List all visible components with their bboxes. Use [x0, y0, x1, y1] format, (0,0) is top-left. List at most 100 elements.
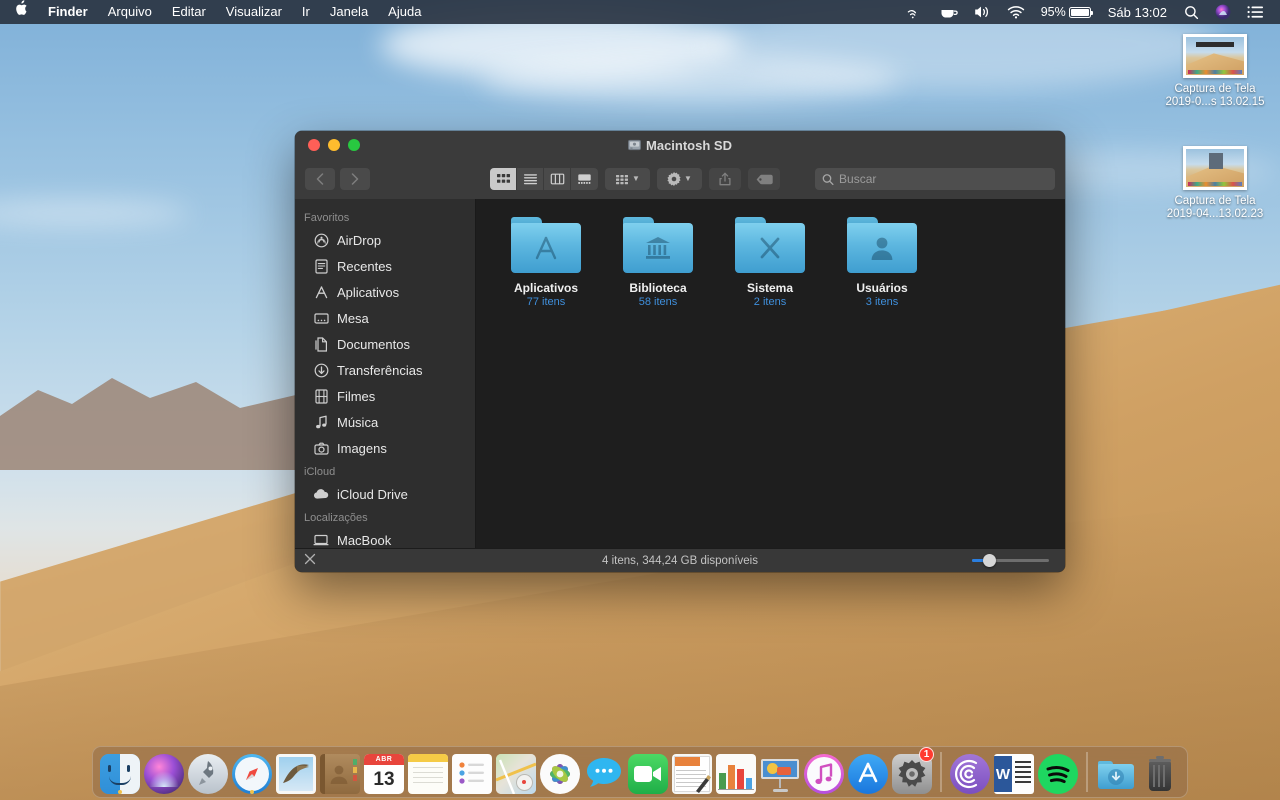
file-item-aplicativos[interactable]: Aplicativos 77 itens — [490, 217, 602, 308]
sidebar-item-imagens[interactable]: Imagens — [295, 435, 475, 461]
calendar-day: 13 — [364, 765, 404, 794]
share-button[interactable] — [709, 168, 741, 190]
status-text: 4 itens, 344,24 GB disponíveis — [295, 555, 1065, 567]
view-mode-gallery-button[interactable] — [571, 168, 598, 190]
dock-item-app-store[interactable] — [847, 748, 889, 794]
itunes-icon — [804, 754, 844, 794]
chevron-down-icon: ▼ — [684, 175, 692, 183]
forward-button[interactable] — [340, 168, 370, 190]
dock-item-mapas[interactable] — [495, 748, 537, 794]
minimize-button[interactable] — [328, 139, 340, 151]
sidebar-item-mesa[interactable]: Mesa — [295, 305, 475, 331]
dock-item-downloads[interactable] — [1095, 748, 1137, 794]
file-item-biblioteca[interactable]: Biblioteca 58 itens — [602, 217, 714, 308]
airdrop-waves-icon[interactable] — [899, 5, 932, 19]
bank-columns-icon — [643, 233, 673, 263]
dock-item-finder[interactable] — [99, 748, 141, 794]
file-item-sistema[interactable]: Sistema 2 itens — [714, 217, 826, 308]
menu-item-ajuda[interactable]: Ajuda — [378, 0, 431, 24]
view-mode-icon-button[interactable] — [490, 168, 517, 190]
back-button[interactable] — [305, 168, 335, 190]
dock-item-safari[interactable] — [231, 748, 273, 794]
finder-content-area[interactable]: Aplicativos 77 itens Biblioteca 58 itens — [476, 199, 1065, 548]
close-button[interactable] — [308, 139, 320, 151]
siri-icon[interactable] — [1207, 4, 1239, 20]
menu-item-finder[interactable]: Finder — [38, 0, 98, 24]
zoom-button[interactable] — [348, 139, 360, 151]
maps-icon — [496, 754, 536, 794]
view-mode-column-button[interactable] — [544, 168, 571, 190]
dock-item-system-preferences[interactable]: 1 — [891, 748, 933, 794]
sidebar-item-documentos[interactable]: Documentos — [295, 331, 475, 357]
desktop-icon — [313, 310, 329, 326]
dock-item-itunes[interactable] — [803, 748, 845, 794]
wifi-icon[interactable] — [999, 5, 1033, 19]
dock-item-keynote[interactable] — [759, 748, 801, 794]
menu-item-arquivo[interactable]: Arquivo — [98, 0, 162, 24]
dock-item-notas[interactable] — [407, 748, 449, 794]
battery-status[interactable]: 95% — [1033, 0, 1099, 24]
dock-item-siri[interactable] — [143, 748, 185, 794]
dock-item-calendario[interactable]: ABR 13 — [363, 748, 405, 794]
desktop-icon-screenshot-1[interactable]: Captura de Tela 2019-0...s 13.02.15 — [1160, 34, 1270, 109]
menu-item-ir[interactable]: Ir — [292, 0, 320, 24]
finder-window[interactable]: Macintosh SD — [295, 131, 1065, 572]
sidebar-item-transferencias[interactable]: Transferências — [295, 357, 475, 383]
photos-icon — [540, 754, 580, 794]
sidebar-item-musica[interactable]: Música — [295, 409, 475, 435]
search-field[interactable] — [815, 168, 1055, 190]
dock-item-bittorrent[interactable] — [949, 748, 991, 794]
navigation-buttons — [305, 168, 370, 190]
window-title: Macintosh SD — [295, 138, 1065, 153]
sidebar-item-aplicativos[interactable]: Aplicativos — [295, 279, 475, 305]
menu-bar-clock[interactable]: Sáb 13:02 — [1099, 5, 1176, 20]
sidebar-item-filmes[interactable]: Filmes — [295, 383, 475, 409]
launchpad-icon — [188, 754, 228, 794]
dock-item-contatos[interactable] — [319, 748, 361, 794]
dock-item-pages[interactable] — [671, 748, 713, 794]
search-input[interactable] — [839, 172, 1048, 186]
dock-item-spotify[interactable] — [1037, 748, 1079, 794]
list-lines-icon[interactable] — [1239, 5, 1272, 19]
menu-item-visualizar[interactable]: Visualizar — [216, 0, 292, 24]
menu-item-janela[interactable]: Janela — [320, 0, 378, 24]
coffee-cup-icon[interactable] — [932, 5, 966, 19]
icon-size-slider[interactable] — [972, 554, 1049, 568]
speaker-icon[interactable] — [966, 5, 999, 19]
sidebar-item-label: Transferências — [337, 363, 423, 378]
dock-item-facetime[interactable] — [627, 748, 669, 794]
finder-sidebar[interactable]: Favoritos AirDrop Recentes Aplicativos — [295, 199, 476, 548]
dock-item-fotos[interactable] — [539, 748, 581, 794]
dock-item-word[interactable]: W — [993, 748, 1035, 794]
dock-item-trash[interactable] — [1139, 748, 1181, 794]
sidebar-item-macbook[interactable]: MacBook — [295, 527, 475, 548]
search-icon — [822, 173, 834, 186]
cloud-icon — [313, 486, 329, 502]
dock-item-lembretes[interactable] — [451, 748, 493, 794]
dock-item-mensagens[interactable] — [583, 748, 625, 794]
view-mode-list-button[interactable] — [517, 168, 544, 190]
dock-item-launchpad[interactable] — [187, 748, 229, 794]
file-item-usuarios[interactable]: Usuários 3 itens — [826, 217, 938, 308]
menu-item-editar[interactable]: Editar — [162, 0, 216, 24]
file-grid: Aplicativos 77 itens Biblioteca 58 itens — [476, 217, 1065, 308]
finder-status-bar: 4 itens, 344,24 GB disponíveis — [295, 548, 1065, 572]
action-gear-button[interactable]: ▼ — [657, 168, 702, 190]
apple-logo-icon[interactable] — [8, 0, 38, 24]
sidebar-item-recentes[interactable]: Recentes — [295, 253, 475, 279]
x-icon[interactable] — [295, 553, 316, 568]
sidebar-item-label: Documentos — [337, 337, 410, 352]
window-titlebar[interactable]: Macintosh SD — [295, 131, 1065, 159]
sidebar-section-favoritos: Favoritos — [295, 207, 475, 227]
desktop-icon-screenshot-2[interactable]: Captura de Tela 2019-04...13.02.23 — [1160, 146, 1270, 221]
notes-icon — [408, 754, 448, 794]
sidebar-item-icloud-drive[interactable]: iCloud Drive — [295, 481, 475, 507]
search-icon[interactable] — [1176, 5, 1207, 20]
sidebar-item-airdrop[interactable]: AirDrop — [295, 227, 475, 253]
calendar-month: ABR — [364, 754, 404, 765]
group-by-button[interactable]: ▼ — [605, 168, 650, 190]
tag-button[interactable] — [748, 168, 780, 190]
dock: ABR 13 — [92, 746, 1188, 798]
dock-item-mail[interactable] — [275, 748, 317, 794]
dock-item-numbers[interactable] — [715, 748, 757, 794]
